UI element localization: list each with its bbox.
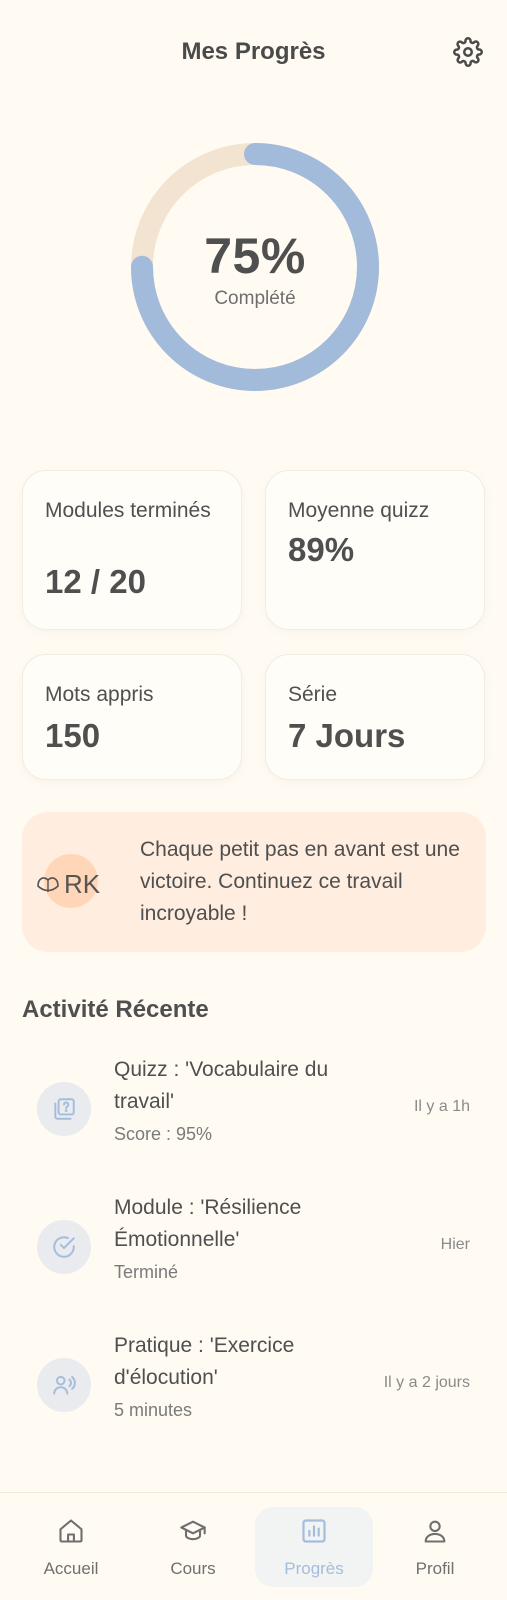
activity-subtitle: 5 minutes — [114, 1400, 193, 1420]
activity-icon-wrap — [37, 1082, 91, 1136]
stat-value: 7 Jours — [288, 717, 406, 754]
nav-item-profil[interactable]: Profil — [376, 1507, 494, 1587]
stat-value: 89% — [288, 531, 355, 568]
nav-label: Profil — [415, 1559, 455, 1578]
activity-item[interactable]: Quizz : 'Vocabulaire du travail' Score :… — [22, 1054, 486, 1164]
stat-label: Mots appris — [45, 683, 154, 706]
activity-time: Il y a 2 jours — [383, 1374, 470, 1391]
bar-chart-icon — [302, 1519, 326, 1543]
stat-card-modules: Modules terminés 12 / 20 — [22, 470, 242, 630]
nav-label: Cours — [170, 1559, 216, 1578]
nav-label: Progrès — [284, 1559, 344, 1578]
stat-value: 150 — [45, 717, 101, 754]
activity-title: Quizz : 'Vocabulaire du travail' — [114, 1058, 329, 1113]
gear-icon — [453, 37, 483, 67]
activity-icon-wrap — [37, 1358, 91, 1412]
motivation-text: Chaque petit pas en avant est une victoi… — [140, 838, 460, 925]
progress-caption: Complété — [214, 288, 296, 309]
activity-title: Pratique : 'Exercice d'élocution' — [114, 1334, 295, 1389]
recent-activity-title: Activité Récente — [22, 996, 209, 1023]
progress-ring: 75% Complété — [130, 142, 380, 392]
motivation-banner: RK Chaque petit pas en avant est une vic… — [22, 812, 486, 952]
logo-text: RK — [64, 869, 101, 899]
activity-item[interactable]: Pratique : 'Exercice d'élocution' 5 minu… — [22, 1330, 486, 1440]
home-icon — [59, 1519, 83, 1543]
stat-label: Moyenne quizz — [288, 499, 430, 522]
quiz-icon — [54, 1098, 75, 1120]
settings-button[interactable] — [452, 36, 484, 68]
graduation-cap-icon — [180, 1520, 206, 1541]
header: Mes Progrès — [0, 0, 507, 110]
activity-icon-wrap — [37, 1220, 91, 1274]
progress-percent: 75% — [204, 228, 306, 284]
activity-item[interactable]: Module : 'Résilience Émotionnelle' Termi… — [22, 1192, 486, 1302]
nav-item-accueil[interactable]: Accueil — [12, 1507, 130, 1587]
activity-subtitle: Score : 95% — [114, 1124, 213, 1144]
nav-item-progres[interactable]: Progrès — [255, 1507, 373, 1587]
stat-label: Modules terminés — [45, 499, 211, 522]
activity-subtitle: Terminé — [114, 1262, 179, 1282]
bottom-nav: Accueil Cours Progrès Profil — [0, 1492, 507, 1600]
check-circle-icon — [53, 1236, 75, 1258]
stat-card-streak: Série 7 Jours — [265, 654, 485, 780]
page-title: Mes Progrès — [181, 38, 326, 65]
activity-time: Il y a 1h — [413, 1098, 470, 1115]
speaking-icon — [53, 1375, 76, 1395]
nav-label: Accueil — [43, 1559, 99, 1578]
stat-card-quiz-average: Moyenne quizz 89% — [265, 470, 485, 630]
user-icon — [424, 1520, 446, 1543]
stat-card-words: Mots appris 150 — [22, 654, 242, 780]
activity-time: Hier — [440, 1236, 470, 1253]
brand-logo: RK — [37, 869, 101, 899]
activity-title: Module : 'Résilience Émotionnelle' — [114, 1196, 302, 1251]
stat-label: Série — [288, 683, 338, 706]
nav-item-cours[interactable]: Cours — [134, 1507, 252, 1587]
stat-value: 12 / 20 — [45, 563, 146, 600]
